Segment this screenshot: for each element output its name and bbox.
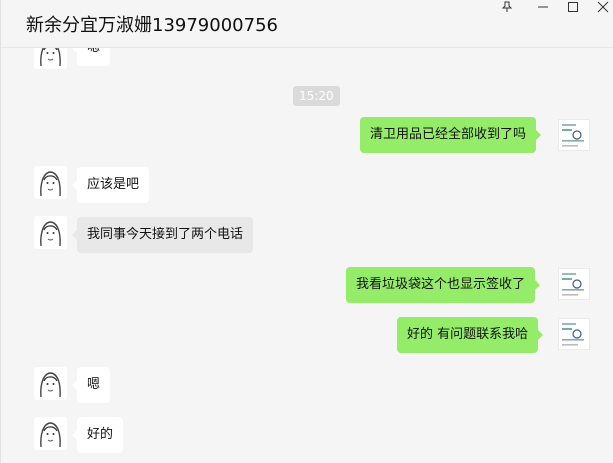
message-text: 好的 — [87, 427, 114, 442]
chat-header: 新余分宜万淑姗13979000756 — [1, 0, 613, 48]
message-bubble-sent[interactable]: 好的 有问题联系我哈 — [397, 317, 544, 353]
contact-avatar[interactable] — [34, 166, 67, 199]
chat-window: 新余分宜万淑姗13979000756 15:20 清卫用品已经全部收到了吗 应该… — [0, 0, 613, 463]
user-avatar-thumbnail[interactable] — [558, 318, 590, 350]
contact-avatar[interactable] — [34, 216, 67, 249]
timestamp-label: 15:20 — [293, 86, 340, 106]
message-bubble-received[interactable]: 我同事今天接到了两个电话 — [71, 217, 254, 253]
message-bubble-received[interactable]: 好的 — [71, 417, 124, 453]
message-text: 嗯 — [87, 377, 101, 392]
close-icon[interactable] — [589, 0, 613, 14]
pin-icon[interactable] — [493, 0, 521, 14]
maximize-icon[interactable] — [559, 0, 587, 14]
contact-avatar[interactable] — [34, 417, 67, 450]
contact-avatar[interactable] — [34, 48, 67, 69]
message-text: 我同事今天接到了两个电话 — [87, 227, 244, 242]
user-avatar-thumbnail[interactable] — [558, 119, 590, 151]
message-text: 好的 有问题联系我哈 — [407, 327, 529, 342]
message-bubble-sent[interactable]: 清卫用品已经全部收到了吗 — [360, 117, 542, 153]
message-text: 应该是吧 — [87, 177, 140, 192]
contact-avatar[interactable] — [34, 367, 67, 400]
message-bubble[interactable]: 嗯 — [71, 48, 111, 66]
chat-message-area[interactable]: 嗯 15:20 清卫用品已经全部收到了吗 — [1, 48, 613, 463]
message-text: 嗯 — [87, 48, 100, 55]
message-text: 我看垃圾袋这个也显示签收了 — [356, 277, 526, 292]
message-bubble-received[interactable]: 应该是吧 — [71, 167, 150, 203]
message-bubble-sent[interactable]: 我看垃圾袋这个也显示签收了 — [346, 267, 541, 303]
message-text: 清卫用品已经全部收到了吗 — [370, 127, 527, 142]
user-avatar-thumbnail[interactable] — [558, 268, 590, 300]
message-bubble-received[interactable]: 嗯 — [71, 367, 111, 403]
minimize-icon[interactable] — [529, 0, 557, 14]
chat-title: 新余分宜万淑姗13979000756 — [26, 15, 278, 36]
